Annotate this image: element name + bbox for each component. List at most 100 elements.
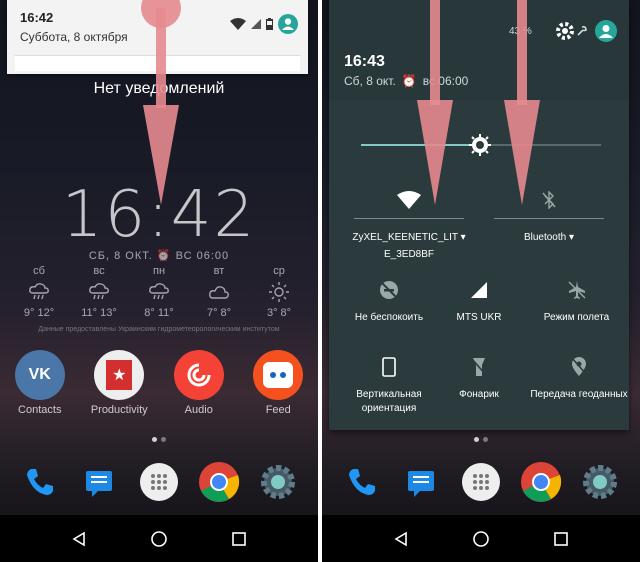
app-label: Feed [265,404,291,416]
tile-airplane-mode[interactable]: Режим полета [529,276,624,323]
qs-time: 16:43 [344,53,385,70]
status-date: Суббота, 8 октября [20,30,128,44]
user-avatar-icon[interactable] [278,14,298,34]
rotation-line2: ориентация [361,403,417,414]
rain-icon [10,280,68,304]
back-icon[interactable] [71,531,87,547]
nav-bar [322,515,640,562]
clock-widget-date: СБ, 8 ОКТ. ⏰ ВС 06:00 [0,249,318,262]
phone-icon[interactable] [338,458,386,506]
user-avatar-icon[interactable] [595,20,617,42]
tile-location[interactable]: Передача геоданных [529,353,629,400]
battery-icon [266,18,273,30]
airplane-off-icon [529,276,624,304]
vk-icon: VK [14,350,65,400]
swipe-down-arrow-icon [141,0,181,205]
tile-wifi-label[interactable]: ZyXEL_KEENETIC_LIT ▾ E_3ED8BF [349,232,469,260]
wifi-ssid-line1: ZyXEL_KEENETIC_LIT [352,232,458,243]
clock-date-text: СБ, 8 ОКТ. [88,250,153,262]
page-dot-active [474,437,479,442]
weather-day: пн 8° 11° [130,265,188,319]
tile-rotation[interactable]: Вертикальная ориентация [339,353,439,414]
rain-icon [130,280,188,304]
app-label: Audio [184,404,213,416]
dnd-label: Не беспокоить [354,312,424,323]
rain-icon [70,280,128,304]
chrome-icon[interactable] [195,458,243,506]
weather-day: вт 7° 8° [190,265,248,319]
home-app-row: VK Contacts ★ Productivity Audio Feed [0,350,318,416]
rotation-line1: Вертикальная [356,389,422,400]
messages-icon[interactable] [397,458,445,506]
status-icons [230,14,298,34]
cell-label: MTS UKR [456,312,502,323]
recents-icon[interactable] [553,531,569,547]
alarm-clock-icon: ⏰ [156,250,172,262]
weather-day-label: сб [33,265,45,277]
weather-day-label: пн [152,265,166,277]
dropdown-caret-icon: ▾ [569,232,575,243]
quick-settings-panel: 43 % 16:43 Сб, 8 окт. ⏰ вс 06:00 ZyXEL_K… [329,0,629,430]
do-not-disturb-off-icon [344,276,434,304]
swipe-down-arrow-icon [504,0,540,205]
portrait-phone-icon [339,353,439,381]
weather-day: ср 3° 8° [250,265,308,319]
tile-divider [494,218,604,219]
airplane-label: Режим полета [543,312,610,323]
app-drawer-icon[interactable] [135,458,183,506]
page-dot [483,437,488,442]
brightness-icon[interactable] [469,134,491,156]
tile-cellular[interactable]: MTS UKR [434,276,524,323]
weather-temps: 7° 8° [206,307,232,319]
app-productivity[interactable]: ★ Productivity [84,350,154,416]
qs-date: Сб, 8 окт. [344,74,396,88]
location-label: Передача геоданных [530,389,628,400]
app-feed[interactable]: Feed [243,350,313,416]
dock [0,458,318,506]
flashlight-off-icon [434,353,524,381]
lockscreen-left: 16:42 Суббота, 8 октября Нет уведомлений… [0,0,318,562]
app-drawer-icon[interactable] [457,458,505,506]
app-label: Contacts [18,404,62,416]
clock-alarm-text: ВС 06:00 [175,250,230,262]
weather-widget[interactable]: сб 9° 12° вс 11° 13° пн 8° 11° вт 7° 8° … [10,265,308,319]
page-dot-active [152,437,157,442]
feed-icon [253,350,304,400]
weather-temps: 3° 8° [266,307,292,319]
sun-icon [250,280,308,304]
settings-icon[interactable] [254,458,302,506]
home-icon[interactable] [150,530,168,548]
weather-day-label: вт [213,265,225,277]
tile-do-not-disturb[interactable]: Не беспокоить [344,276,434,323]
flashlight-label: Фонарик [459,389,499,400]
page-indicator [322,437,640,442]
wifi-ssid-line2: E_3ED8BF [383,249,435,260]
app-label: Productivity [90,404,148,416]
app-contacts[interactable]: VK Contacts [5,350,75,416]
page-dot [161,437,166,442]
quick-settings-right: 43 % 16:43 Сб, 8 окт. ⏰ вс 06:00 ZyXEL_K… [322,0,640,562]
recents-icon[interactable] [231,531,247,547]
settings-icon[interactable] [576,458,624,506]
dropdown-caret-icon: ▾ [460,232,466,243]
app-audio[interactable]: Audio [164,350,234,416]
status-time: 16:42 [20,10,54,25]
wifi-icon [230,18,246,30]
chrome-icon[interactable] [517,458,565,506]
dock [322,458,640,506]
gear-icon[interactable] [554,20,576,42]
home-icon[interactable] [472,530,490,548]
tile-flashlight[interactable]: Фонарик [434,353,524,400]
tile-divider [354,218,464,219]
bluetooth-label: Bluetooth [523,232,567,243]
tile-bluetooth-label[interactable]: Bluetooth ▾ [494,232,604,243]
messages-icon[interactable] [75,458,123,506]
weather-temps: 9° 12° [23,307,55,319]
weather-temps: 8° 11° [144,307,174,319]
page-indicator [0,437,318,442]
location-off-icon [529,353,629,381]
phone-icon[interactable] [16,458,64,506]
weather-temps: 11° 13° [81,307,117,319]
back-icon[interactable] [393,531,409,547]
weather-day-label: вс [93,265,105,277]
